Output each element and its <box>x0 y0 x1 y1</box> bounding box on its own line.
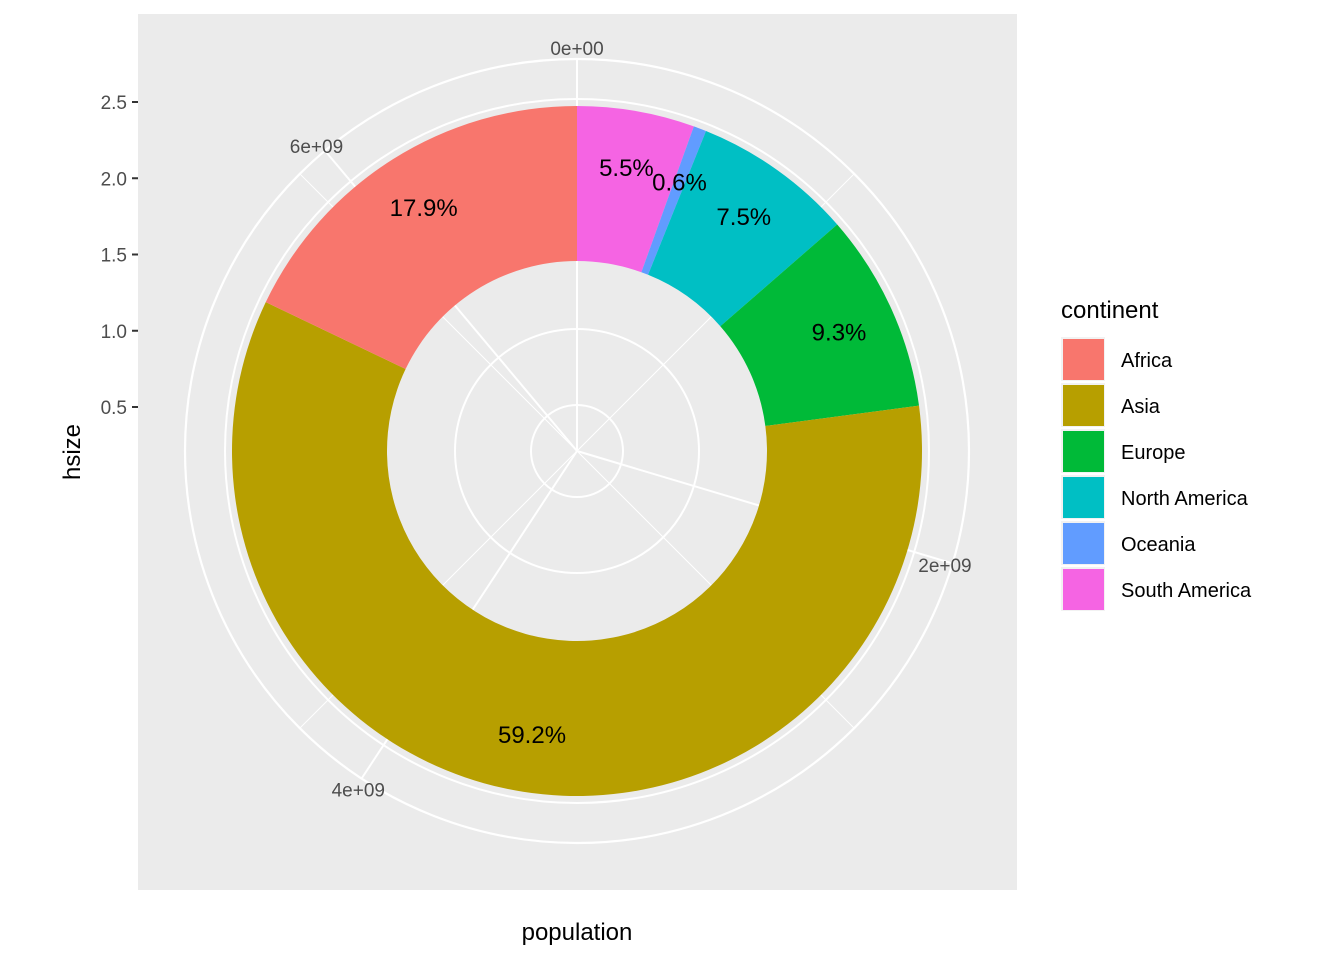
legend-label: Oceania <box>1121 534 1196 556</box>
legend-swatch <box>1063 569 1104 610</box>
chart: 5.5%0.6% 7.5% 9.3% 59.2% 17.9% 0e+00 2e+09 4e+… <box>59 14 1252 946</box>
legend-swatch <box>1063 339 1104 380</box>
legend-swatch <box>1063 477 1104 518</box>
legend-label: South America <box>1121 580 1252 602</box>
slice-label: 7.5% <box>716 204 771 231</box>
y-tick-label: 1.0 <box>101 322 127 343</box>
y-axis: 0.5 1.0 1.5 2.0 2.5 <box>101 93 138 419</box>
legend-label: North America <box>1121 488 1249 510</box>
slice-label: 17.9% <box>390 195 458 222</box>
legend-swatch <box>1063 385 1104 426</box>
legend-swatch <box>1063 431 1104 472</box>
theta-tick-label: 2e+09 <box>918 556 971 577</box>
legend-label: Asia <box>1121 396 1161 418</box>
y-tick-label: 1.5 <box>101 246 127 267</box>
legend: continent Africa Asia Europe North America O… <box>1061 297 1252 611</box>
y-tick-label: 2.5 <box>101 93 127 114</box>
theta-tick-label: 6e+09 <box>290 137 343 158</box>
slice-label: 59.2% <box>498 722 566 749</box>
y-tick-label: 0.5 <box>101 398 127 419</box>
y-axis-title: hsize <box>59 424 86 480</box>
x-axis-title: population <box>522 919 633 946</box>
slice-label: 5.5% <box>599 155 654 182</box>
slice-label: 9.3% <box>812 320 867 347</box>
legend-swatch <box>1063 523 1104 564</box>
legend-label: Africa <box>1121 350 1173 372</box>
legend-title: continent <box>1061 297 1159 324</box>
y-tick-label: 2.0 <box>101 169 127 190</box>
slice-label: 0.6% <box>652 169 707 196</box>
legend-label: Europe <box>1121 442 1186 464</box>
theta-tick-label: 0e+00 <box>550 39 603 60</box>
theta-tick-label: 4e+09 <box>332 781 385 802</box>
